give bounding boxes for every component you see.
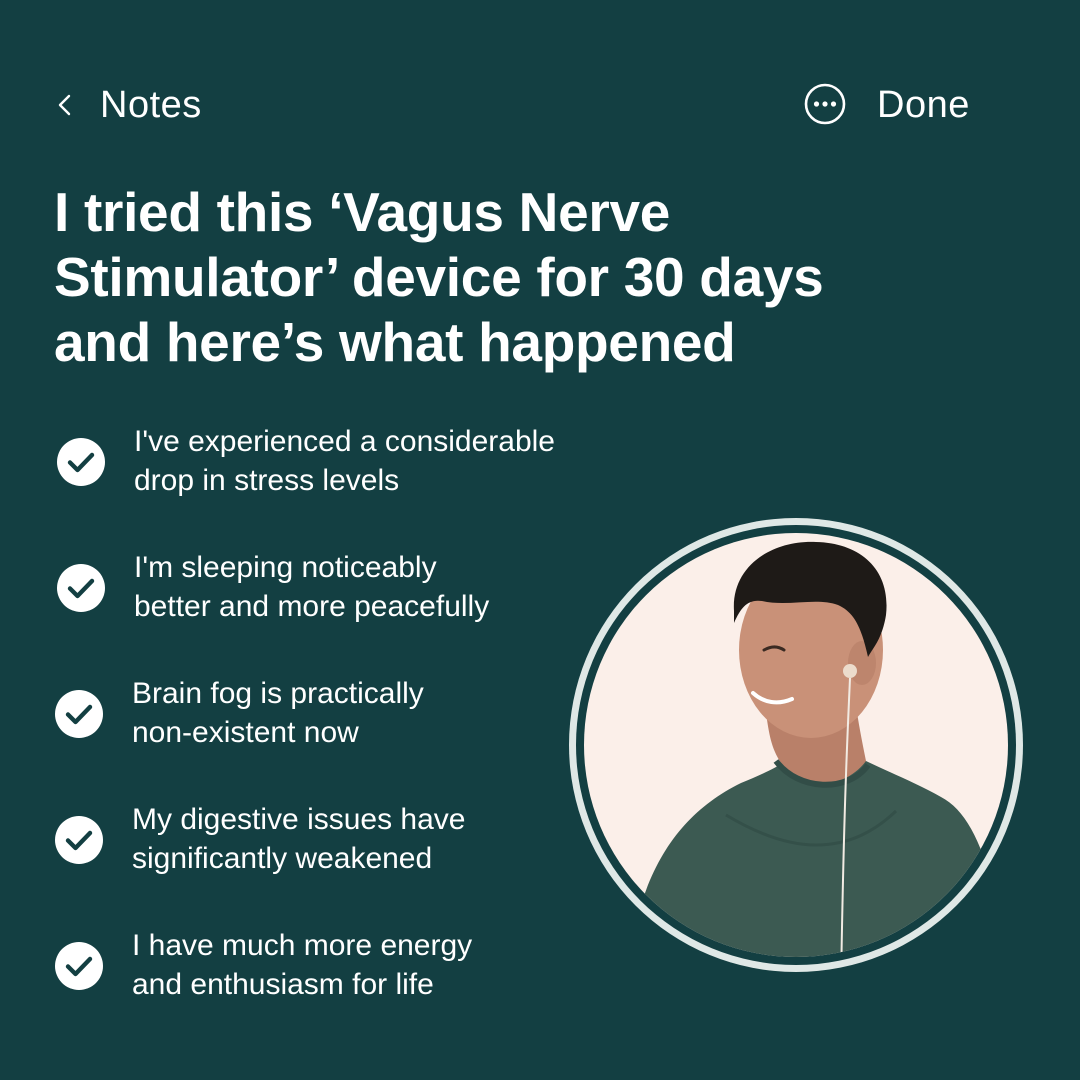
headline: I tried this ‘Vagus Nerve Stimulator’ de… (54, 180, 954, 375)
benefit-item: My digestive issues have significantly w… (54, 800, 634, 890)
portrait-photo (569, 518, 1023, 972)
done-button[interactable]: Done (877, 80, 970, 130)
headline-line: and here’s what happened (54, 311, 736, 373)
benefit-line: I've experienced a considerable (134, 425, 555, 458)
headline-line: I tried this ‘Vagus Nerve (54, 181, 671, 243)
check-circle-icon (55, 816, 103, 864)
back-label: Notes (100, 83, 202, 126)
benefit-line: drop in stress levels (134, 464, 400, 497)
ellipsis-circle-icon[interactable] (804, 83, 846, 125)
nav-bar: Notes Done (0, 0, 1080, 210)
check-circle-icon (55, 942, 103, 990)
portrait-image (584, 533, 1008, 957)
headline-line: Stimulator’ device for 30 days (54, 246, 824, 308)
benefit-text: I've experienced a considerable drop in … (134, 422, 654, 500)
check-circle-icon (57, 438, 105, 486)
chevron-left-icon (58, 94, 71, 116)
benefit-item: Brain fog is practically non-existent no… (54, 674, 634, 764)
benefit-item: I've experienced a considerable drop in … (54, 422, 634, 512)
check-circle-icon (57, 564, 105, 612)
back-button[interactable]: Notes (54, 80, 202, 130)
benefit-item: I have much more energy and enthusiasm f… (54, 926, 634, 1016)
benefit-item: I'm sleeping noticeably better and more … (54, 548, 634, 638)
check-circle-icon (55, 690, 103, 738)
